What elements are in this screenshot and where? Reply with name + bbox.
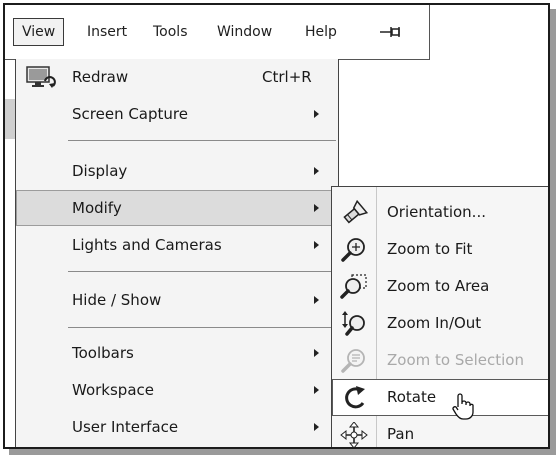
- modify-submenu: Orientation... Zoom to Fit Zoom to Area: [331, 186, 548, 447]
- flashlight-icon: [343, 200, 368, 224]
- menu-item-shortcut: Ctrl+R: [262, 68, 312, 86]
- zoom-in-out-icon: [342, 311, 365, 336]
- menu-item-label: Display: [72, 162, 128, 180]
- submenu-item-label: Zoom In/Out: [387, 314, 482, 332]
- menu-item-label: Hide / Show: [72, 291, 162, 309]
- menu-item-workspace[interactable]: Workspace: [16, 372, 338, 408]
- menu-item-toolbars[interactable]: Toolbars: [16, 335, 338, 371]
- view-menu-dropdown: Redraw Ctrl+R Screen Capture Display Mod…: [15, 59, 339, 447]
- menu-tools[interactable]: Tools: [145, 19, 196, 45]
- submenu-arrow-icon: [314, 296, 319, 304]
- submenu-item-zoom-to-area[interactable]: Zoom to Area: [332, 268, 548, 305]
- submenu-item-pan[interactable]: Pan: [332, 416, 548, 447]
- submenu-item-label: Zoom to Fit: [387, 240, 473, 258]
- submenu-item-label: Zoom to Area: [387, 277, 490, 295]
- submenu-item-label: Zoom to Selection: [387, 351, 524, 369]
- submenu-item-rotate[interactable]: Rotate: [332, 379, 548, 416]
- menu-separator: [68, 140, 336, 141]
- menu-item-label: Redraw: [72, 68, 129, 86]
- submenu-item-zoom-to-fit[interactable]: Zoom to Fit: [332, 231, 548, 268]
- hand-cursor-icon: [452, 393, 474, 420]
- menu-item-screen-capture[interactable]: Screen Capture: [16, 96, 338, 132]
- pan-icon: [340, 422, 368, 447]
- zoom-fit-icon: [341, 238, 365, 262]
- menu-item-label: User Interface: [72, 418, 179, 436]
- submenu-arrow-icon: [314, 423, 319, 431]
- menu-item-hide-show[interactable]: Hide / Show: [16, 282, 338, 318]
- submenu-item-zoom-to-selection[interactable]: Zoom to Selection: [332, 342, 548, 379]
- menu-item-lights-and-cameras[interactable]: Lights and Cameras: [16, 227, 338, 263]
- menu-insert[interactable]: Insert: [79, 19, 135, 45]
- menu-bar: View Insert Tools Window Help: [5, 5, 430, 60]
- menu-help[interactable]: Help: [297, 19, 345, 45]
- menu-item-label: Workspace: [72, 381, 154, 399]
- submenu-arrow-icon: [314, 110, 319, 118]
- submenu-item-label: Pan: [387, 425, 415, 443]
- submenu-item-label: Rotate: [387, 388, 437, 406]
- menu-item-user-interface[interactable]: User Interface: [16, 409, 338, 445]
- menu-separator: [68, 271, 336, 272]
- zoom-selection-icon: [341, 349, 365, 373]
- menu-item-label: Toolbars: [72, 344, 134, 362]
- submenu-arrow-icon: [314, 241, 319, 249]
- submenu-arrow-icon: [314, 167, 319, 175]
- submenu-item-label: Orientation...: [387, 203, 486, 221]
- screenshot-frame: View Insert Tools Window Help Redraw Ctr…: [3, 3, 550, 449]
- menu-item-label: Modify: [72, 199, 122, 217]
- submenu-arrow-icon: [314, 204, 319, 212]
- menu-item-label: Screen Capture: [72, 105, 188, 123]
- menu-separator: [68, 327, 336, 328]
- menu-window[interactable]: Window: [209, 19, 280, 45]
- submenu-item-zoom-in-out[interactable]: Zoom In/Out: [332, 305, 548, 342]
- zoom-area-icon: [340, 274, 367, 299]
- submenu-arrow-icon: [314, 349, 319, 357]
- pin-icon[interactable]: [379, 25, 401, 39]
- menu-item-display[interactable]: Display: [16, 153, 338, 189]
- menu-item-modify[interactable]: Modify: [16, 190, 338, 226]
- menu-view[interactable]: View: [13, 18, 65, 46]
- redraw-icon: [26, 66, 56, 88]
- menu-item-label: Lights and Cameras: [72, 236, 222, 254]
- menu-item-redraw[interactable]: Redraw Ctrl+R: [16, 59, 338, 95]
- submenu-item-orientation[interactable]: Orientation...: [332, 194, 548, 231]
- submenu-arrow-icon: [314, 386, 319, 394]
- rotate-icon: [345, 386, 365, 409]
